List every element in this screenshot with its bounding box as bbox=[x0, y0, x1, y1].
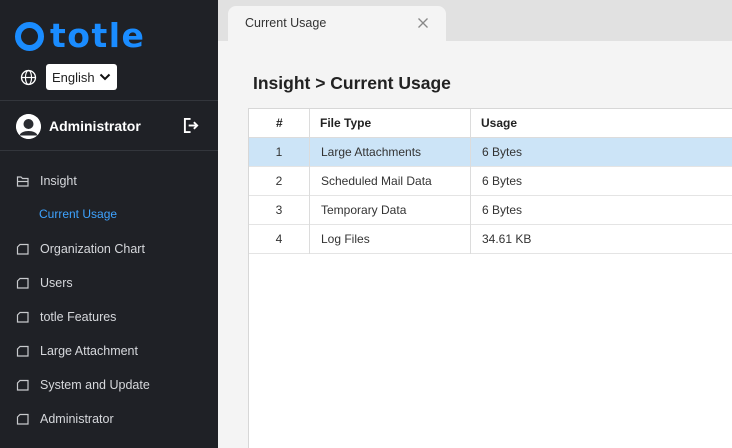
sidebar-item-organization-chart[interactable]: Organization Chart bbox=[16, 240, 145, 258]
avatar[interactable] bbox=[16, 113, 41, 139]
row-number: 3 bbox=[275, 203, 283, 217]
folder-icon bbox=[16, 277, 29, 289]
table-row[interactable]: 2 Scheduled Mail Data 6 Bytes bbox=[249, 167, 732, 196]
row-usage: 6 Bytes bbox=[482, 203, 523, 217]
logo-text: totle bbox=[50, 16, 146, 55]
row-file-type: Log Files bbox=[321, 232, 370, 246]
logo-ring-icon bbox=[15, 21, 44, 51]
user-profile: Administrator bbox=[16, 112, 200, 140]
language-select-value: English bbox=[52, 69, 95, 85]
sidebar-item-label: Organization Chart bbox=[40, 242, 145, 256]
row-number: 2 bbox=[275, 174, 283, 188]
sidebar-divider bbox=[0, 150, 218, 151]
row-usage: 6 Bytes bbox=[482, 174, 523, 188]
tab-bar: Current Usage bbox=[218, 0, 732, 41]
sidebar-item-insight[interactable]: Insight bbox=[16, 172, 77, 190]
row-number: 4 bbox=[275, 232, 283, 246]
sidebar-item-label: Users bbox=[40, 276, 73, 290]
folder-icon bbox=[16, 311, 29, 323]
sidebar-item-large-attachment[interactable]: Large Attachment bbox=[16, 342, 138, 360]
totle-logo[interactable]: totle bbox=[15, 16, 146, 55]
sidebar-item-totle-features[interactable]: totle Features bbox=[16, 308, 116, 326]
row-file-type: Scheduled Mail Data bbox=[321, 174, 432, 188]
user-avatar-icon bbox=[16, 113, 41, 139]
sidebar-item-label: Insight bbox=[40, 174, 77, 188]
sidebar-item-administrator[interactable]: Administrator bbox=[16, 410, 114, 428]
language-switcher: English bbox=[20, 64, 117, 90]
sidebar-item-label: Large Attachment bbox=[40, 344, 138, 358]
folder-icon bbox=[16, 345, 29, 357]
column-header-usage: Usage bbox=[481, 116, 518, 130]
page-title: Insight > Current Usage bbox=[253, 73, 451, 93]
row-number: 1 bbox=[275, 145, 283, 159]
sidebar-item-label: System and Update bbox=[40, 378, 150, 392]
column-divider bbox=[470, 109, 471, 254]
tab-current-usage[interactable]: Current Usage bbox=[228, 6, 446, 41]
row-file-type: Large Attachments bbox=[321, 145, 422, 159]
column-header-number: # bbox=[276, 116, 283, 130]
sidebar-subitem-current-usage[interactable]: Current Usage bbox=[39, 207, 117, 221]
sidebar-item-system-and-update[interactable]: System and Update bbox=[16, 376, 150, 394]
table-row[interactable]: 3 Temporary Data 6 Bytes bbox=[249, 196, 732, 225]
tab-label: Current Usage bbox=[245, 16, 327, 30]
chevron-down-icon bbox=[99, 73, 111, 81]
column-divider bbox=[309, 109, 310, 254]
user-name: Administrator bbox=[49, 118, 141, 134]
folder-icon bbox=[16, 243, 29, 255]
folder-open-icon bbox=[16, 176, 29, 187]
sidebar-item-label: totle Features bbox=[40, 310, 117, 324]
row-file-type: Temporary Data bbox=[321, 203, 407, 217]
close-icon[interactable] bbox=[416, 16, 430, 30]
sidebar-item-users[interactable]: Users bbox=[16, 274, 73, 292]
table-row[interactable]: 4 Log Files 34.61 KB bbox=[249, 225, 732, 254]
folder-icon bbox=[16, 379, 29, 391]
sidebar: totle English Administrator Insight Curr… bbox=[0, 0, 218, 448]
folder-icon bbox=[16, 413, 29, 425]
logout-icon[interactable] bbox=[183, 117, 200, 134]
sidebar-divider bbox=[0, 100, 218, 101]
row-usage: 6 Bytes bbox=[482, 145, 523, 159]
sidebar-item-label: Administrator bbox=[40, 412, 114, 426]
table-header: # File Type Usage bbox=[249, 109, 732, 138]
row-usage: 34.61 KB bbox=[482, 232, 532, 246]
globe-icon bbox=[20, 69, 37, 85]
language-select[interactable]: English bbox=[46, 64, 117, 90]
usage-table: # File Type Usage 1 Large Attachments 6 … bbox=[248, 108, 732, 448]
column-header-file-type: File Type bbox=[320, 116, 372, 130]
table-row[interactable]: 1 Large Attachments 6 Bytes bbox=[249, 138, 732, 167]
